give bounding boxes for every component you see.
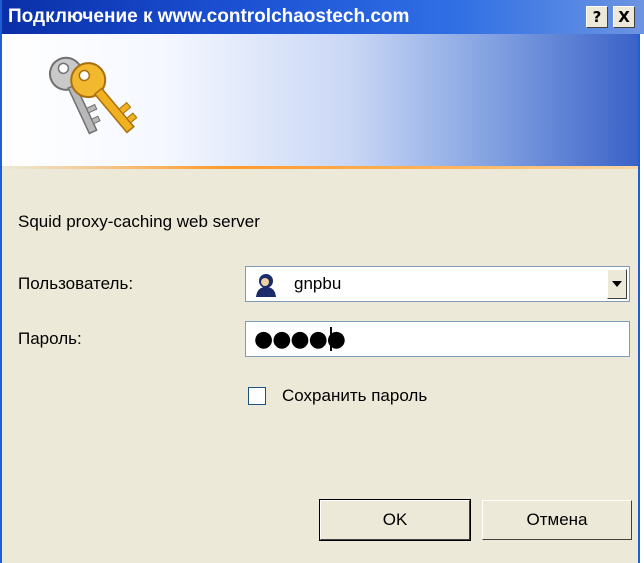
user-label: Пользователь: (18, 274, 134, 293)
user-icon (256, 274, 276, 297)
window-title: Подключение к www.controlchaostech.com (8, 6, 410, 27)
dropdown-arrow-icon (612, 281, 622, 287)
remember-password-checkbox[interactable] (248, 387, 266, 405)
text-caret (330, 327, 332, 351)
user-combobox[interactable]: gnpbu (245, 266, 630, 302)
user-value: gnpbu (294, 274, 342, 293)
realm-text: Squid proxy-caching web server (18, 212, 260, 231)
title-bar[interactable]: Подключение к www.controlchaostech.com ?… (2, 0, 644, 34)
help-button[interactable]: ? (586, 6, 608, 28)
cancel-button[interactable]: Отмена (482, 500, 632, 540)
user-dropdown-button[interactable] (607, 269, 627, 299)
login-dialog: Подключение к www.controlchaostech.com ?… (0, 0, 644, 563)
remember-password-label[interactable]: Сохранить пароль (282, 386, 427, 406)
dialog-banner (2, 34, 638, 166)
password-label: Пароль: (18, 329, 82, 348)
close-button[interactable]: X (613, 6, 635, 28)
keys-icon (48, 56, 138, 135)
password-field[interactable]: ●●●●● (245, 321, 630, 357)
banner-accent-line (2, 166, 638, 169)
ok-button[interactable]: OK (319, 499, 471, 541)
